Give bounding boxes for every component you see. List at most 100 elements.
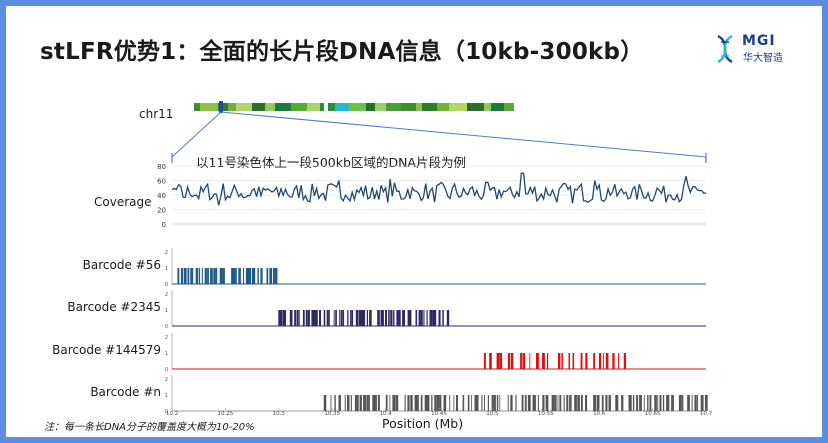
read-mark bbox=[404, 395, 406, 411]
read-mark bbox=[489, 353, 492, 369]
read-mark bbox=[210, 268, 213, 284]
read-mark bbox=[253, 268, 256, 284]
read-mark bbox=[623, 353, 626, 369]
read-mark bbox=[235, 268, 237, 284]
read-mark bbox=[580, 353, 583, 369]
track-y-tick-label: 1 bbox=[165, 351, 168, 357]
read-mark bbox=[415, 310, 418, 326]
read-mark bbox=[385, 395, 388, 411]
read-mark bbox=[671, 395, 674, 411]
read-mark bbox=[219, 268, 223, 284]
read-mark bbox=[245, 268, 249, 284]
read-mark bbox=[323, 310, 326, 326]
read-mark bbox=[319, 310, 321, 326]
read-mark bbox=[507, 395, 509, 411]
read-mark bbox=[462, 395, 465, 411]
read-mark bbox=[222, 268, 225, 284]
read-mark bbox=[323, 395, 327, 411]
read-mark bbox=[499, 353, 503, 369]
ideogram-band bbox=[265, 103, 275, 111]
coverage-y-tick-label: 40 bbox=[157, 192, 166, 200]
read-mark bbox=[568, 353, 570, 369]
read-mark bbox=[269, 268, 272, 284]
read-mark bbox=[315, 310, 318, 326]
ideogram-band bbox=[401, 103, 416, 111]
read-mark bbox=[581, 395, 583, 411]
read-mark bbox=[598, 353, 602, 369]
track-y-tick-label: 1 bbox=[165, 308, 168, 314]
read-mark bbox=[507, 353, 511, 369]
read-mark bbox=[362, 310, 366, 326]
read-mark bbox=[388, 310, 390, 326]
read-mark bbox=[496, 353, 500, 369]
read-mark bbox=[409, 310, 412, 326]
coverage-y-tick-label: 80 bbox=[157, 163, 166, 171]
read-mark bbox=[444, 395, 447, 411]
ideogram-band bbox=[467, 103, 484, 111]
track-y-tick-label: 2 bbox=[165, 250, 168, 256]
read-mark bbox=[434, 395, 437, 411]
read-mark bbox=[605, 353, 609, 369]
track-y-tick-label: 0 bbox=[165, 367, 168, 373]
read-mark bbox=[649, 395, 652, 411]
read-mark bbox=[559, 395, 562, 411]
read-mark bbox=[403, 310, 405, 326]
ideogram-band bbox=[386, 103, 401, 111]
read-mark bbox=[350, 310, 352, 326]
ideogram-band bbox=[349, 103, 366, 111]
read-mark bbox=[529, 353, 531, 369]
read-mark bbox=[195, 268, 199, 284]
ideogram-band bbox=[449, 103, 467, 111]
barcode-track-0 bbox=[177, 268, 278, 284]
read-mark bbox=[344, 395, 346, 411]
read-mark bbox=[476, 395, 479, 411]
read-mark bbox=[632, 395, 635, 411]
read-mark bbox=[272, 268, 275, 284]
read-mark bbox=[339, 310, 340, 326]
track-y-tick-label: 0 bbox=[165, 282, 168, 288]
read-mark bbox=[402, 310, 405, 326]
ideogram-band bbox=[484, 103, 491, 111]
read-mark bbox=[390, 310, 393, 326]
read-mark bbox=[426, 395, 430, 411]
read-mark bbox=[342, 310, 345, 326]
coverage-barcode-chart: 02040608001201201201210.2 10.25 10.3 10.35 1… bbox=[157, 101, 713, 417]
read-mark bbox=[296, 310, 299, 326]
coverage-y-tick-label: 60 bbox=[157, 178, 166, 186]
ideogram-band bbox=[335, 103, 349, 111]
read-mark bbox=[359, 395, 362, 411]
coverage-y-tick-label: 0 bbox=[162, 221, 166, 229]
read-mark bbox=[615, 395, 619, 411]
ideogram-band bbox=[422, 103, 437, 111]
read-mark bbox=[527, 395, 531, 411]
read-mark bbox=[392, 395, 396, 411]
x-tick-label: 10.6 bbox=[593, 411, 606, 417]
read-mark bbox=[393, 310, 395, 326]
x-tick-label: 10.25 bbox=[218, 411, 234, 417]
read-mark bbox=[557, 353, 561, 369]
read-mark bbox=[487, 395, 489, 411]
read-mark bbox=[585, 395, 588, 411]
read-mark bbox=[662, 395, 665, 411]
read-mark bbox=[187, 268, 190, 284]
track-y-tick-label: 1 bbox=[165, 266, 168, 272]
read-mark bbox=[630, 395, 632, 411]
read-mark bbox=[279, 310, 283, 326]
read-mark bbox=[339, 395, 341, 411]
read-mark bbox=[429, 310, 432, 326]
read-mark bbox=[510, 395, 513, 411]
read-mark bbox=[554, 395, 557, 411]
read-mark bbox=[407, 395, 410, 411]
read-mark bbox=[446, 310, 450, 326]
region-marker bbox=[219, 101, 223, 113]
read-mark bbox=[496, 395, 499, 411]
x-tick-label: 10.3 bbox=[273, 411, 286, 417]
read-mark bbox=[334, 395, 336, 411]
read-mark bbox=[366, 310, 368, 326]
x-tick-label: 10.2 bbox=[166, 411, 178, 417]
read-mark bbox=[547, 353, 549, 369]
read-mark bbox=[659, 395, 662, 411]
read-mark bbox=[372, 395, 376, 411]
track-y-tick-label: 0 bbox=[165, 324, 168, 330]
read-mark bbox=[257, 268, 259, 284]
